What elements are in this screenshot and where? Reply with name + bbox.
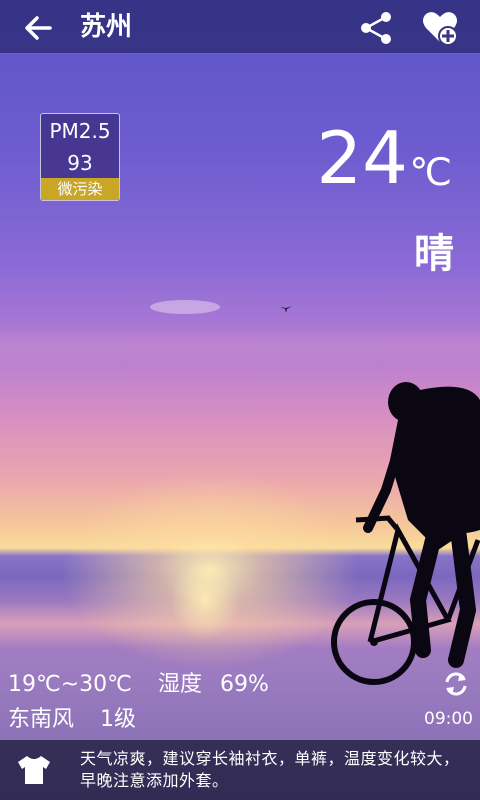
pm25-value: 93 — [67, 151, 93, 175]
current-temperature: 24 — [316, 116, 408, 200]
arrow-left-icon[interactable] — [22, 12, 54, 44]
pm25-badge[interactable]: PM2.5 93 微污染 — [40, 113, 120, 201]
cyclist-silhouette — [331, 382, 480, 685]
heart-plus-icon[interactable] — [420, 8, 460, 48]
wind-direction: 东南风 — [8, 707, 75, 732]
temperature-range: 19℃~30℃ — [8, 672, 132, 697]
temperature-unit: ℃ — [409, 150, 452, 194]
humidity-label: 湿度 — [158, 672, 203, 697]
weather-condition: 晴 — [414, 231, 454, 277]
update-time: 09:00 — [424, 709, 473, 729]
clothing-advice-bar[interactable]: 天气凉爽，建议穿长袖衬衣，单裤，温度变化较大，早晚注意添加外套。 — [0, 740, 480, 800]
shirt-icon — [18, 756, 50, 784]
cloud-band — [0, 325, 480, 365]
sun-reflection — [170, 560, 240, 640]
share-icon[interactable] — [356, 8, 396, 48]
pm25-level: 微污染 — [41, 178, 119, 200]
humidity-value: 69% — [220, 672, 269, 697]
city-title: 苏州 — [80, 12, 133, 42]
bird-icon — [280, 306, 292, 313]
top-bar: 苏州 — [0, 0, 480, 54]
pm25-label: PM2.5 — [49, 119, 111, 143]
cloud — [150, 300, 220, 314]
clothing-advice-text: 天气凉爽，建议穿长袖衬衣，单裤，温度变化较大，早晚注意添加外套。 — [80, 749, 460, 790]
refresh-icon[interactable] — [442, 670, 470, 698]
wind-level: 1级 — [100, 707, 136, 732]
